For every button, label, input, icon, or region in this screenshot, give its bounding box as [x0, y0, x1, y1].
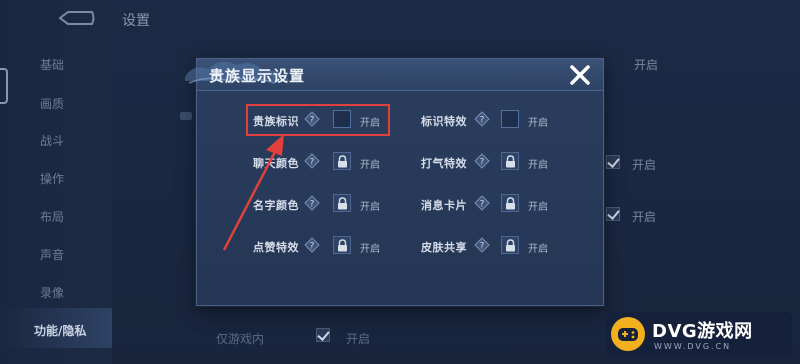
bg-bottom-text: 开启	[346, 332, 371, 346]
bg-indicator	[180, 112, 192, 120]
svg-text:?: ?	[480, 158, 485, 168]
sidebar-item-graphics[interactable]: 画质	[40, 95, 100, 112]
option-label-name-color: 名字颜色	[253, 199, 299, 212]
bg-checkbox[interactable]	[606, 207, 620, 221]
bg-checkbox[interactable]	[316, 328, 330, 342]
sidebar-item-privacy[interactable]: 功能/隐私	[34, 322, 108, 339]
highlight-annotation-box	[246, 104, 390, 136]
like-effect-lock[interactable]	[333, 236, 351, 254]
gamepad-logo-icon	[611, 317, 645, 351]
help-icon[interactable]: ?	[474, 153, 490, 169]
skin-share-lock[interactable]	[501, 236, 519, 254]
message-card-lock[interactable]	[501, 194, 519, 212]
page-title: 设置	[122, 13, 150, 29]
sidebar-item-battle[interactable]: 战斗	[40, 132, 100, 149]
option-state-label: 开启	[360, 202, 380, 213]
sidebar-item-sound[interactable]: 声音	[40, 246, 100, 263]
sidebar-item-basic[interactable]: 基础	[40, 56, 100, 73]
cheer-effect-lock[interactable]	[501, 152, 519, 170]
name-color-lock[interactable]	[333, 194, 351, 212]
watermark-url: WWW.DVG.CN	[654, 342, 732, 351]
option-label-skin-share: 皮肤共享	[421, 241, 467, 254]
sidebar-item-controls[interactable]: 操作	[40, 170, 100, 187]
dialog-header: 贵族显示设置	[185, 59, 603, 91]
option-state-label: 开启	[360, 160, 380, 171]
badge-effect-toggle[interactable]	[501, 110, 519, 128]
svg-text:?: ?	[310, 242, 315, 252]
sidebar-item-layout[interactable]: 布局	[40, 208, 100, 225]
dialog-title: 贵族显示设置	[209, 67, 306, 85]
option-state-label: 开启	[528, 202, 548, 213]
bg-on-label: 开启	[634, 58, 659, 72]
option-label-like-effect: 点赞特效	[253, 241, 299, 254]
option-state-label: 开启	[528, 244, 548, 255]
chat-color-lock[interactable]	[333, 152, 351, 170]
svg-text:?: ?	[480, 200, 485, 210]
svg-text:?: ?	[480, 116, 485, 126]
option-label-badge-effect: 标识特效	[421, 115, 467, 128]
help-icon[interactable]: ?	[474, 237, 490, 253]
option-label-cheer-effect: 打气特效	[421, 157, 467, 170]
lock-icon	[506, 155, 515, 168]
option-label-message-card: 消息卡片	[421, 199, 467, 212]
watermark-text: DVG游戏网	[652, 321, 753, 342]
help-icon[interactable]: ?	[304, 153, 320, 169]
sidebar-item-replay[interactable]: 录像	[40, 284, 100, 301]
bg-on-label: 开启	[632, 158, 657, 172]
option-state-label: 开启	[528, 160, 548, 171]
svg-text:?: ?	[310, 158, 315, 168]
help-icon[interactable]: ?	[304, 237, 320, 253]
option-label-chat-color: 聊天颜色	[253, 157, 299, 170]
lock-icon	[338, 155, 347, 168]
close-icon[interactable]	[567, 63, 593, 87]
lock-icon	[338, 239, 347, 252]
svg-text:?: ?	[310, 200, 315, 210]
bg-bottom-text: 仅游戏内	[216, 332, 265, 346]
help-icon[interactable]: ?	[474, 195, 490, 211]
help-icon[interactable]: ?	[304, 195, 320, 211]
lock-icon	[338, 197, 347, 210]
edge-handle	[0, 68, 8, 104]
option-state-label: 开启	[360, 244, 380, 255]
help-icon[interactable]: ?	[474, 111, 490, 127]
svg-text:?: ?	[480, 242, 485, 252]
noble-display-settings-dialog: 贵族显示设置	[185, 58, 604, 306]
back-arrow-icon[interactable]	[56, 10, 96, 26]
bg-on-label: 开启	[632, 210, 657, 224]
bg-checkbox[interactable]	[606, 155, 620, 169]
option-state-label: 开启	[528, 118, 548, 129]
watermark: DVG游戏网 WWW.DVG.CN	[606, 312, 792, 356]
lock-icon	[506, 239, 515, 252]
lock-icon	[506, 197, 515, 210]
